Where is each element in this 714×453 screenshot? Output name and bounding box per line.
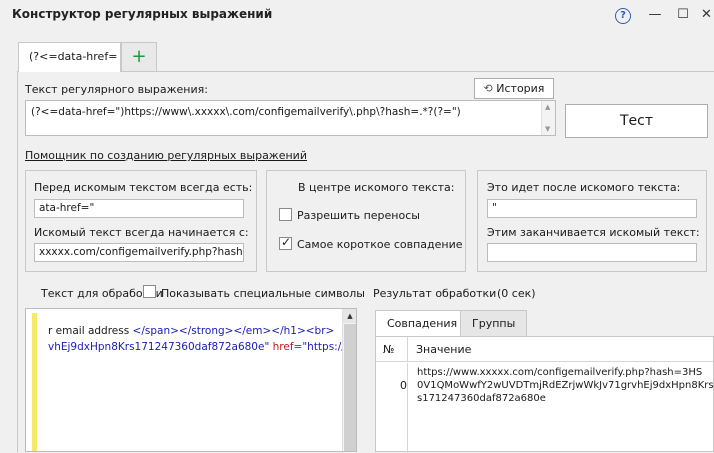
show-special-label: Показывать специальные символы (161, 287, 365, 300)
matches-table: № Значение 0 https://www.xxxxx.com/confi… (375, 336, 714, 453)
title-bar: Конструктор регулярных выражений ? — ☐ ✕ (0, 0, 714, 30)
table-row[interactable]: https://www.xxxxx.com/configemailverify.… (417, 366, 714, 405)
regex-scrollbar[interactable]: ▲ ▼ (541, 101, 555, 135)
row-num: 0 (400, 379, 407, 392)
allow-wrap-label: Разрешить переносы (297, 209, 420, 222)
close-button[interactable]: ✕ (699, 5, 714, 25)
editor-line-2: vhEj9dxHpn8Krs171247360daf872a680e" href… (48, 341, 356, 353)
starts-input[interactable]: xxxxx.com/configemailverify.php?hash= (34, 243, 244, 262)
window-title: Конструктор регулярных выражений (12, 7, 273, 21)
after-input[interactable]: " (487, 199, 697, 218)
col-num-header[interactable]: № (376, 337, 408, 362)
editor-line-1: r email address </span></strong></em></h… (48, 325, 334, 337)
scroll-up-icon[interactable]: ▲ (343, 309, 356, 323)
test-button[interactable]: Тест (565, 104, 708, 138)
history-button[interactable]: ⟲ История (474, 78, 554, 99)
help-icon: ? (615, 8, 631, 24)
history-icon: ⟲ (483, 82, 493, 95)
row-value-line-2: 0V1QMoWwfY2wUVDTmjRdEZrjwWkJv71grvhEj9dx… (417, 380, 714, 391)
line2-value: vhEj9dxHpn8Krs171247360daf872a680e" (48, 341, 270, 353)
col-value-header[interactable]: Значение (416, 343, 471, 356)
editor-scrollbar[interactable]: ▲ (342, 309, 356, 451)
before-input[interactable]: ata-href=" (34, 199, 244, 218)
before-label: Перед искомым текстом всегда есть: (34, 181, 253, 194)
table-header: № Значение (376, 337, 713, 362)
add-tab-button[interactable]: + (121, 42, 157, 71)
regex-value: (?<=data-href=")https://www\.xxxxx\.com/… (31, 106, 461, 118)
line1-text: r email address (48, 325, 133, 337)
num-column (376, 363, 408, 453)
regex-input[interactable]: (?<=data-href=")https://www\.xxxxx\.com/… (25, 100, 556, 136)
scroll-thumb[interactable] (344, 324, 356, 451)
row-value-line-1: https://www.xxxxx.com/configemailverify.… (417, 367, 703, 378)
result-label: Результат обработки (373, 287, 497, 300)
change-marker (32, 313, 37, 451)
plus-icon: + (131, 46, 147, 67)
allow-wrap-checkbox[interactable] (279, 208, 292, 221)
helper-link[interactable]: Помощник по созданию регулярных выражени… (25, 149, 307, 162)
result-time: (0 сек) (497, 287, 536, 300)
shortest-match-checkbox[interactable]: ✓ (279, 235, 292, 250)
ends-label: Этим заканчивается искомый текст: (487, 226, 700, 239)
maximize-button[interactable]: ☐ (672, 5, 694, 25)
center-label: В центре искомого текста: (298, 181, 455, 194)
regex-label: Текст регулярного выражения: (25, 83, 208, 96)
show-special-checkbox[interactable] (143, 285, 156, 298)
after-label: Это идет после искомого текста: (487, 181, 681, 194)
tab-regex[interactable]: (?<=data-href= (18, 42, 121, 72)
row-value-line-3: s171247360daf872a680e (417, 393, 546, 404)
text-editor[interactable]: r email address </span></strong></em></h… (25, 308, 357, 452)
help-button[interactable]: ? (612, 5, 634, 25)
line2-attr: href= (269, 341, 303, 353)
scroll-up-icon[interactable]: ▲ (545, 103, 550, 111)
tab-groups[interactable]: Группы (460, 310, 528, 337)
history-label: История (496, 82, 545, 95)
shortest-match-label: Самое короткое совпадение (297, 238, 463, 251)
starts-label: Искомый текст всегда начинается с: (34, 226, 249, 239)
minimize-button[interactable]: — (644, 5, 666, 25)
ends-input[interactable] (487, 243, 697, 262)
tab-matches[interactable]: Совпадения (375, 310, 470, 337)
line1-tags: </span></strong></em></h1><br> (132, 325, 335, 337)
check-icon: ✓ (281, 235, 292, 249)
scroll-down-icon[interactable]: ▼ (545, 125, 550, 133)
